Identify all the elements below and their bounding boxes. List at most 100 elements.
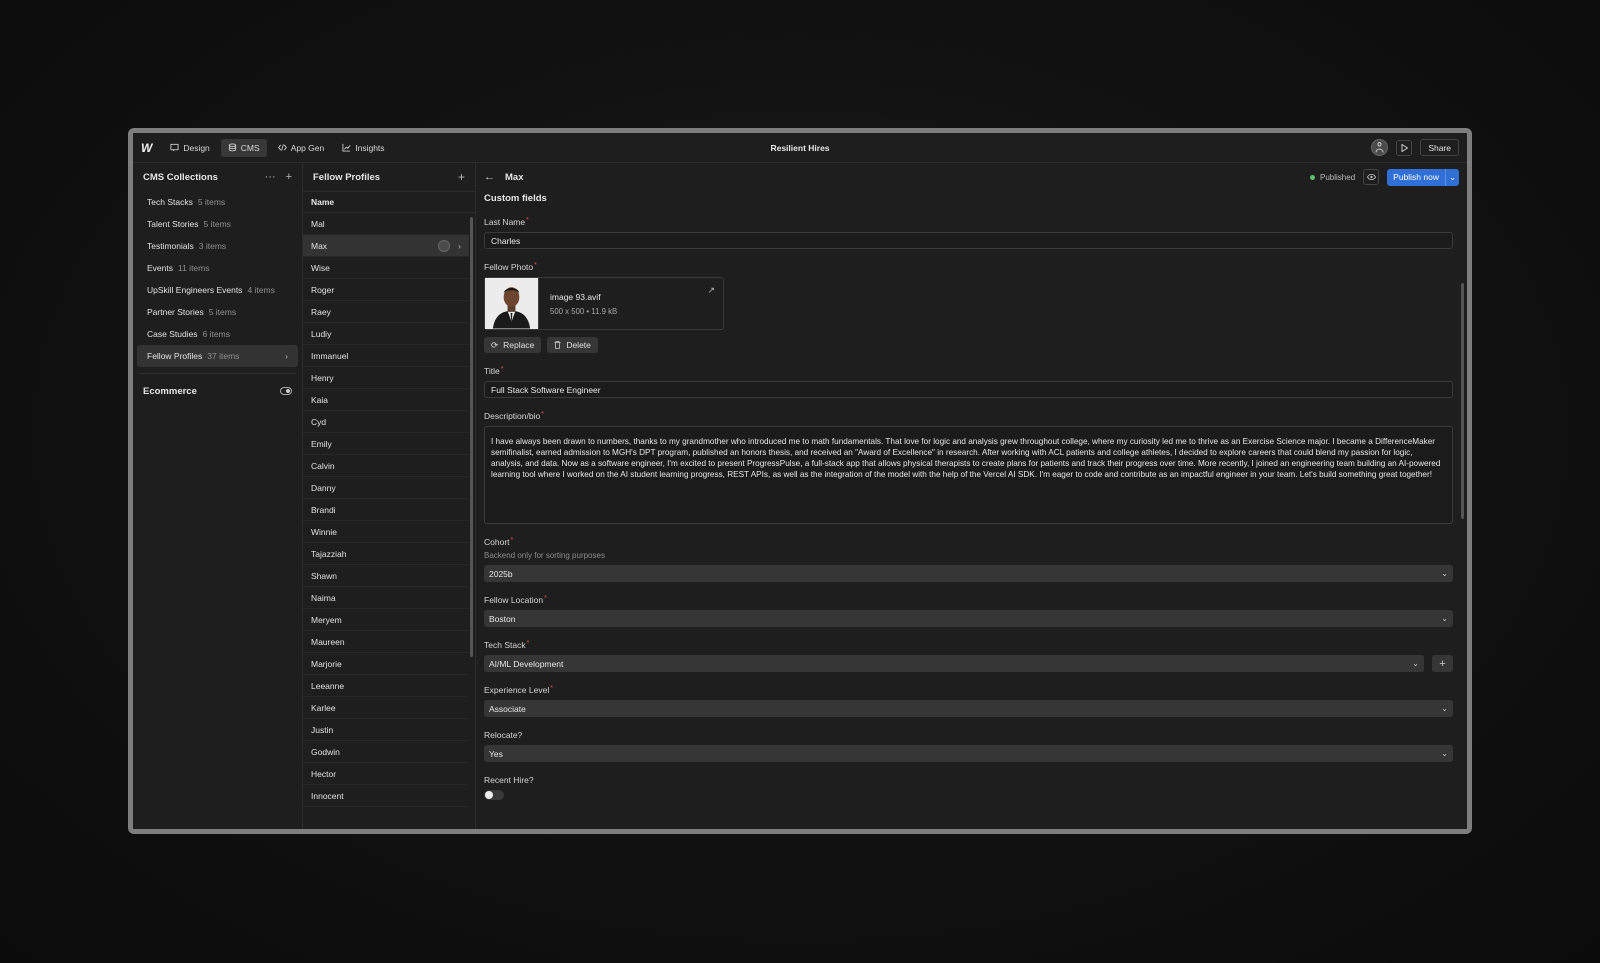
name-column-header[interactable]: Name	[303, 191, 475, 213]
profile-name: Immanuel	[311, 350, 349, 361]
delete-photo-button[interactable]: Delete	[547, 337, 598, 353]
table-row[interactable]: Godwin	[303, 741, 469, 763]
required-marker: *	[526, 640, 530, 647]
collections-title: CMS Collections	[143, 171, 218, 183]
table-row[interactable]: Karlee	[303, 697, 469, 719]
table-row[interactable]: Maureen	[303, 631, 469, 653]
relocate-select[interactable]: Yes ⌄	[484, 745, 1453, 762]
location-select[interactable]: Boston ⌄	[484, 610, 1453, 627]
collection-item-fellow-profiles[interactable]: Fellow Profiles 37 items ›	[137, 345, 298, 367]
required-marker: *	[526, 217, 529, 224]
plus-icon: +	[1439, 657, 1446, 670]
table-row[interactable]: Calvin	[303, 455, 469, 477]
ecommerce-toggle-icon[interactable]	[280, 387, 292, 395]
table-row[interactable]: Danny	[303, 477, 469, 499]
share-button[interactable]: Share	[1420, 139, 1459, 156]
relocate-label: Relocate?	[484, 730, 523, 740]
table-row[interactable]: Innocent	[303, 785, 469, 807]
table-row[interactable]: Hector	[303, 763, 469, 785]
tech-stack-value: AI/ML Development	[489, 658, 564, 669]
play-icon	[1401, 143, 1408, 152]
table-row[interactable]: Emily	[303, 433, 469, 455]
table-row[interactable]: Henry	[303, 367, 469, 389]
nav-app-gen[interactable]: App Gen	[271, 139, 332, 157]
nav-design[interactable]: Design	[163, 139, 216, 157]
editor-scrollbar[interactable]	[1461, 283, 1464, 519]
experience-select[interactable]: Associate ⌄	[484, 700, 1453, 717]
publish-now-button[interactable]: Publish now ⌄	[1387, 168, 1459, 186]
chevron-down-icon[interactable]: ⌄	[1445, 168, 1459, 186]
chevron-down-icon: ⌄	[1441, 569, 1448, 578]
required-marker: *	[541, 411, 544, 418]
add-tech-stack-button[interactable]: +	[1432, 655, 1453, 672]
table-row[interactable]: Mal	[303, 213, 469, 235]
table-row[interactable]: Shawn	[303, 565, 469, 587]
table-row[interactable]: Wise	[303, 257, 469, 279]
collection-name: Fellow Profiles	[147, 351, 203, 361]
title-input[interactable]: Full Stack Software Engineer	[484, 381, 1453, 398]
collections-header: CMS Collections ··· +	[133, 163, 302, 191]
required-marker: *	[534, 262, 537, 269]
external-link-icon[interactable]: ↗	[707, 285, 715, 296]
refresh-icon: ⟳	[491, 339, 499, 350]
profile-name: Innocent	[311, 790, 344, 801]
table-row[interactable]: Immanuel	[303, 345, 469, 367]
table-row[interactable]: Marjorie	[303, 653, 469, 675]
table-row[interactable]: Leeanne	[303, 675, 469, 697]
last-name-input[interactable]: Charles	[484, 232, 1453, 249]
user-avatar[interactable]	[1371, 139, 1389, 156]
back-arrow-icon[interactable]: ←	[484, 171, 495, 183]
recent-hire-toggle[interactable]	[484, 790, 504, 800]
profile-name: Mal	[311, 218, 325, 229]
experience-label: Experience Level	[484, 685, 550, 695]
cohort-value: 2025b	[489, 568, 513, 579]
ecommerce-section[interactable]: Ecommerce	[133, 380, 302, 402]
profile-name: Naima	[311, 592, 336, 603]
collection-item[interactable]: Talent Stories 5 items	[137, 213, 298, 235]
collection-item[interactable]: Case Studies 6 items	[137, 323, 298, 345]
fellow-photo-card[interactable]: image 93.avif 500 x 500 • 11.9 kB ↗	[484, 277, 724, 330]
collection-item[interactable]: Partner Stories 5 items	[137, 301, 298, 323]
list-scrollbar[interactable]	[470, 217, 473, 657]
table-row[interactable]: Justin	[303, 719, 469, 741]
profile-name: Emily	[311, 438, 332, 449]
table-row[interactable]: Cyd	[303, 411, 469, 433]
nav-insights[interactable]: Insights	[335, 139, 391, 157]
preview-item-button[interactable]	[1363, 169, 1380, 185]
table-row[interactable]: Brandi	[303, 499, 469, 521]
replace-photo-button[interactable]: ⟳ Replace	[484, 337, 542, 353]
collection-count: 3 items	[198, 241, 227, 251]
profile-name: Max	[311, 240, 328, 251]
tech-stack-select[interactable]: AI/ML Development ⌄	[484, 655, 1424, 672]
webflow-logo[interactable]: W	[141, 141, 152, 155]
chevron-down-icon: ⌄	[1441, 704, 1448, 713]
table-row[interactable]: Tajazziah	[303, 543, 469, 565]
chevron-down-icon: ⌄	[1441, 749, 1448, 758]
top-bar: W Design CMS App Gen Insights Resilient …	[133, 133, 1467, 163]
add-item-icon[interactable]: +	[458, 170, 465, 184]
add-collection-icon[interactable]: +	[286, 171, 292, 183]
required-marker: *	[544, 595, 547, 602]
more-icon[interactable]: ···	[265, 171, 276, 183]
collection-item[interactable]: Tech Stacks 5 items	[137, 191, 298, 213]
field-label: Relocate?	[484, 730, 1453, 740]
table-row[interactable]: Winnie	[303, 521, 469, 543]
table-row[interactable]: Meryem	[303, 609, 469, 631]
table-row[interactable]: Naima	[303, 587, 469, 609]
table-row[interactable]: Kaia	[303, 389, 469, 411]
nav-cms[interactable]: CMS	[220, 138, 267, 157]
profile-name: Kaia	[311, 394, 329, 405]
table-row[interactable]: Roger	[303, 279, 469, 301]
bio-textarea[interactable]: I have always been drawn to numbers, tha…	[484, 426, 1453, 524]
table-row[interactable]: Ludiy	[303, 323, 469, 345]
cohort-select[interactable]: 2025b ⌄	[484, 565, 1453, 582]
profile-name: Calvin	[311, 460, 335, 471]
portrait-image	[485, 278, 538, 329]
profile-name: Wise	[311, 262, 330, 273]
table-row[interactable]: Raey	[303, 301, 469, 323]
table-row[interactable]: Max ›	[303, 235, 469, 257]
collection-item[interactable]: Testimonials 3 items	[137, 235, 298, 257]
collection-item[interactable]: Events 11 items	[137, 257, 298, 279]
preview-button[interactable]	[1396, 139, 1413, 156]
collection-item[interactable]: UpSkill Engineers Events 4 items	[137, 279, 298, 301]
